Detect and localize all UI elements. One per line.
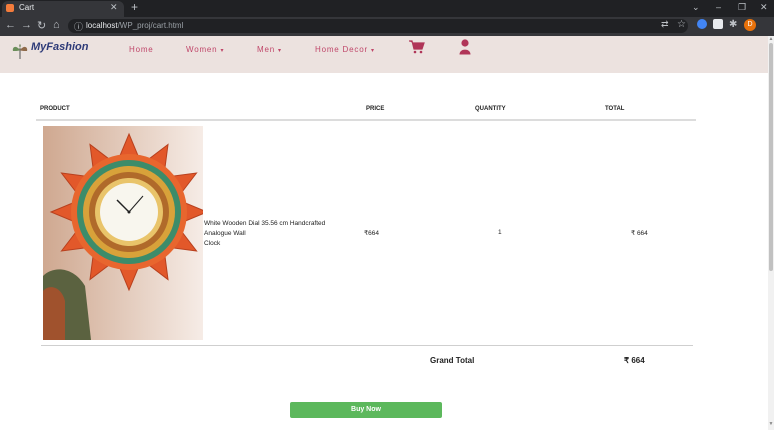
tab-favicon-icon <box>6 4 14 12</box>
extensions-puzzle-icon[interactable]: ✱ <box>729 19 737 30</box>
chevron-down-icon[interactable]: ⌄ <box>692 2 700 13</box>
scrollbar-thumb[interactable] <box>769 43 773 271</box>
extension-icon[interactable] <box>713 19 723 29</box>
nav-home-decor[interactable]: Home Decor ▾ <box>315 45 375 54</box>
column-header-total: TOTAL <box>605 106 625 112</box>
caret-down-icon: ▾ <box>370 48 375 54</box>
home-icon[interactable]: ⌂ <box>53 19 60 31</box>
tab-title: Cart <box>19 3 35 12</box>
grand-total-value: ₹ 664 <box>624 356 645 365</box>
minimize-icon[interactable]: – <box>716 2 721 12</box>
brand-logo[interactable]: MyFashion <box>31 41 88 53</box>
caret-down-icon: ▾ <box>220 48 225 54</box>
tab-close-icon[interactable]: ✕ <box>110 2 118 13</box>
logo-leaf-icon[interactable] <box>10 42 30 60</box>
nav-women[interactable]: Women ▾ <box>186 45 224 54</box>
maximize-icon[interactable]: ❐ <box>738 2 746 13</box>
user-icon[interactable] <box>459 39 471 55</box>
scroll-up-arrow-icon[interactable]: ▲ <box>768 36 774 42</box>
scroll-down-arrow-icon[interactable]: ▼ <box>768 421 774 427</box>
translate-icon[interactable]: ⇄ <box>661 19 669 30</box>
product-image-wall-clock[interactable] <box>43 126 203 340</box>
nav-men[interactable]: Men ▾ <box>257 45 282 54</box>
product-quantity: 1 <box>498 229 502 236</box>
profile-avatar[interactable]: D <box>744 19 756 31</box>
shopping-cart-icon[interactable] <box>408 40 425 54</box>
site-info-icon[interactable]: ⓘ <box>74 20 83 33</box>
reload-icon[interactable]: ↻ <box>37 19 46 32</box>
back-icon[interactable]: ← <box>5 19 16 31</box>
column-header-product: PRODUCT <box>40 106 70 112</box>
grand-total-label: Grand Total <box>430 356 475 365</box>
extension-icon[interactable] <box>697 19 707 29</box>
window-close-icon[interactable]: ✕ <box>760 2 768 13</box>
product-price: ₹664 <box>364 230 379 237</box>
product-name[interactable]: White Wooden Dial 35.56 cm Handcrafted A… <box>204 219 344 249</box>
header-divider <box>36 119 696 121</box>
forward-icon[interactable]: → <box>21 19 32 31</box>
column-header-quantity: QUANTITY <box>475 106 506 112</box>
site-header <box>0 36 768 73</box>
new-tab-icon[interactable]: + <box>131 0 138 14</box>
buy-now-button[interactable]: Buy Now <box>290 402 442 418</box>
nav-home[interactable]: Home <box>129 45 154 54</box>
product-total: ₹ 664 <box>631 230 648 237</box>
row-divider <box>41 345 693 346</box>
bookmark-star-icon[interactable]: ☆ <box>677 19 686 30</box>
column-header-price: PRICE <box>366 106 385 112</box>
address-url[interactable]: localhost/WP_proj/cart.html <box>86 21 183 30</box>
caret-down-icon: ▾ <box>278 48 282 54</box>
